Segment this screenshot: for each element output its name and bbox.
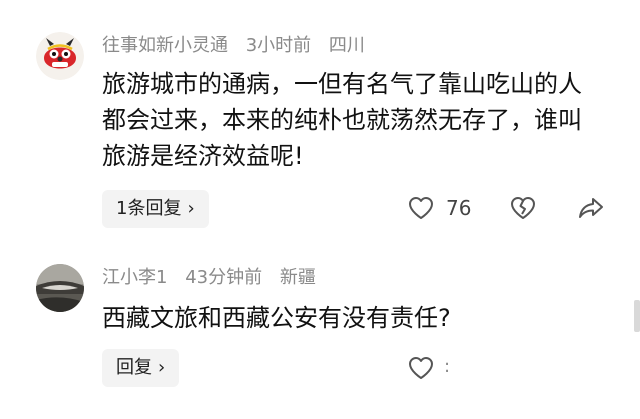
comment-location: 新疆 xyxy=(279,267,316,288)
view-replies-button[interactable]: 1条回复 › xyxy=(102,190,209,228)
share-button[interactable] xyxy=(578,196,604,220)
lion-dance-avatar-icon xyxy=(36,32,84,80)
heart-outline-icon xyxy=(409,357,433,379)
dislike-button[interactable] xyxy=(510,196,536,220)
reply-label: 回复 xyxy=(116,357,152,378)
scrollbar[interactable] xyxy=(634,300,640,332)
comment-text: 西藏文旅和西藏公安有没有责任? xyxy=(102,304,451,332)
heart-outline-icon xyxy=(409,197,433,219)
like-count: 76 xyxy=(446,196,472,220)
more-indicator: : xyxy=(444,356,451,377)
comment-time: 43分钟前 xyxy=(185,267,263,288)
chevron-right-icon: › xyxy=(187,198,195,219)
like-button[interactable]: 76 xyxy=(408,196,471,220)
reply-label: 1条回复 xyxy=(116,198,182,219)
landscape-avatar-icon xyxy=(36,264,84,312)
user-avatar[interactable] xyxy=(36,264,84,312)
user-avatar[interactable] xyxy=(36,32,84,80)
reply-button[interactable]: 回复 › xyxy=(102,349,180,387)
comment-meta: 江小李1 43分钟前 新疆 xyxy=(102,266,328,290)
broken-heart-icon xyxy=(511,197,535,219)
like-button[interactable] xyxy=(408,356,434,380)
username[interactable]: 江小李1 xyxy=(102,267,167,288)
comment-meta: 往事如新小灵通 3小时前 四川 xyxy=(102,34,377,58)
comment-location: 四川 xyxy=(328,35,365,56)
comment-text: 旅游城市的通病，一但有名气了靠山吃山的人都会过来，本来的纯朴也就荡然无存了，谁叫… xyxy=(102,70,582,170)
chevron-right-icon: › xyxy=(158,357,166,378)
username[interactable]: 往事如新小灵通 xyxy=(102,35,228,56)
share-arrow-icon xyxy=(579,198,603,218)
comment-time: 3小时前 xyxy=(245,35,312,56)
